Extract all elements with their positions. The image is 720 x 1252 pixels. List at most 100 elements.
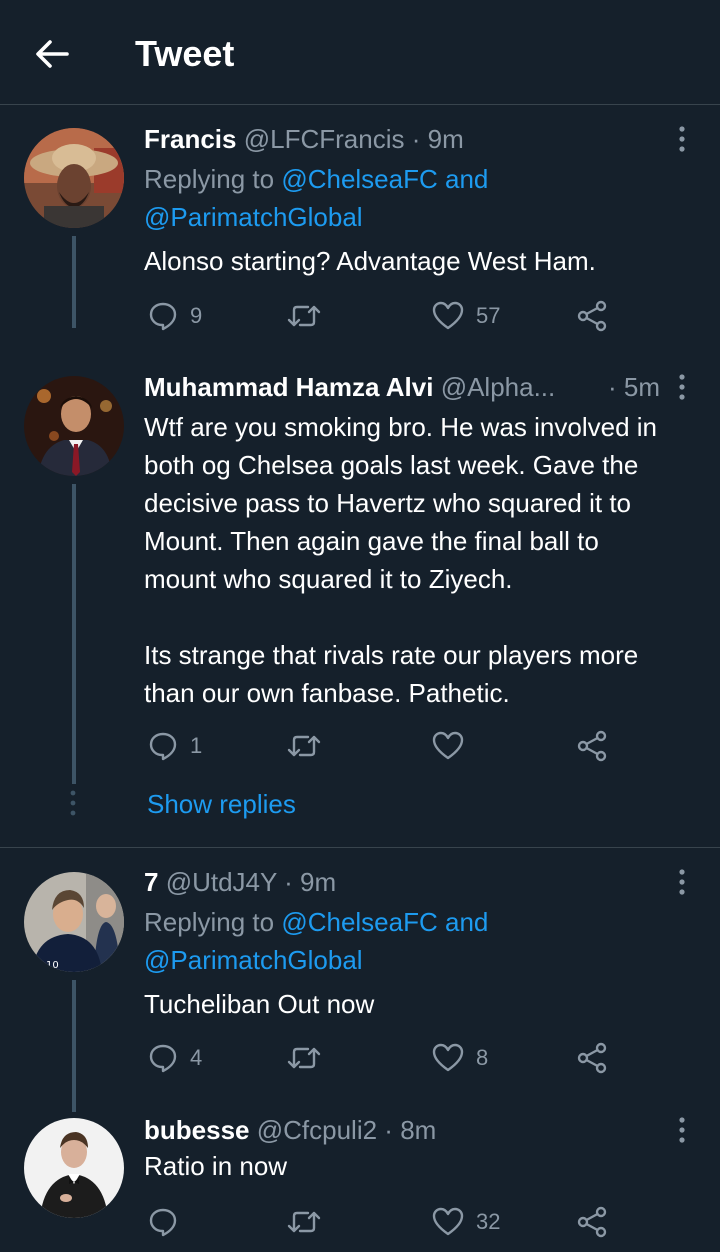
back-button[interactable] — [28, 30, 76, 78]
tweet-meta: bubesse @Cfcpuli2 · 8m — [144, 1113, 700, 1147]
more-vertical-icon — [679, 869, 685, 895]
tweet-bubesse[interactable]: bubesse @Cfcpuli2 · 8m Ratio in now — [144, 1113, 700, 1185]
user-handle[interactable]: @Cfcpuli2 — [257, 1115, 377, 1145]
replying-users-link-2[interactable]: @ParimatchGlobal — [144, 202, 363, 232]
user-handle[interactable]: @LFCFrancis — [244, 124, 405, 154]
replying-prefix: Replying to — [144, 907, 282, 937]
show-replies-link[interactable]: Show replies — [147, 787, 296, 821]
heart-icon — [432, 301, 464, 330]
arrow-left-icon — [36, 40, 69, 68]
tweet-actions: 1 — [144, 726, 624, 766]
tweet-text: Tucheliban Out now — [144, 989, 375, 1019]
user-handle[interactable]: @Alpha... — [441, 372, 556, 402]
share-button[interactable] — [576, 296, 608, 336]
reply-count: 1 — [190, 733, 203, 758]
page-title: Tweet — [135, 33, 235, 74]
top-bar: Tweet — [0, 0, 720, 105]
display-name[interactable]: 7 — [144, 867, 158, 897]
like-button[interactable] — [432, 726, 476, 766]
replying-users-link[interactable]: @ChelseaFC and — [281, 164, 488, 194]
share-button[interactable] — [576, 1202, 608, 1242]
more-options-button[interactable] — [668, 124, 696, 154]
retweet-icon — [287, 1047, 321, 1069]
avatar-francis[interactable] — [24, 128, 124, 228]
more-options-button[interactable] — [668, 372, 696, 402]
reply-button[interactable]: 1 — [148, 726, 202, 766]
timestamp: 9m — [427, 124, 464, 154]
tweet-text: Alonso starting? Advantage West Ham. — [144, 246, 596, 276]
like-button[interactable]: 8 — [432, 1038, 488, 1078]
reply-icon — [149, 732, 177, 761]
reply-count: 9 — [190, 303, 203, 328]
tweet-actions: 32 — [144, 1202, 624, 1242]
thread-connector — [72, 484, 76, 784]
replying-to: Replying to @ChelseaFC and @ParimatchGlo… — [144, 903, 700, 979]
retweet-button[interactable] — [286, 1202, 334, 1242]
tweet-muhammad[interactable]: Muhammad Hamza Alvi @Alpha... · 5m Wtf a… — [144, 370, 700, 712]
timestamp: 8m — [400, 1115, 437, 1145]
more-vertical-icon — [679, 126, 685, 152]
retweet-icon — [287, 1211, 321, 1233]
replying-users-link[interactable]: @ChelseaFC and — [281, 907, 488, 937]
like-button[interactable]: 57 — [432, 296, 500, 336]
like-count: 8 — [476, 1045, 489, 1070]
tweet-7[interactable]: 7 @UtdJ4Y · 9m Replying to @ChelseaFC an… — [144, 865, 700, 1023]
reply-button[interactable] — [148, 1202, 190, 1242]
avatar-7[interactable]: 10 — [24, 872, 124, 972]
retweet-button[interactable] — [286, 1038, 334, 1078]
retweet-icon — [287, 735, 321, 757]
reply-button[interactable]: 9 — [148, 296, 202, 336]
tweet-meta: Muhammad Hamza Alvi @Alpha... · 5m — [144, 370, 660, 404]
replying-users-link-2[interactable]: @ParimatchGlobal — [144, 945, 363, 975]
tweet-meta: 7 @UtdJ4Y · 9m — [144, 865, 700, 899]
replying-prefix: Replying to — [144, 164, 282, 194]
reply-icon — [149, 1044, 177, 1073]
tweet-actions: 4 8 — [144, 1038, 624, 1078]
display-name[interactable]: bubesse — [144, 1115, 250, 1145]
avatar-muhammad[interactable] — [24, 376, 124, 476]
display-name[interactable]: Francis — [144, 124, 237, 154]
more-options-button[interactable] — [668, 1115, 696, 1145]
reply-icon — [149, 1208, 177, 1237]
tweet-actions: 9 57 — [144, 296, 624, 336]
separator-dot: · — [411, 124, 421, 154]
svg-text:10: 10 — [46, 960, 59, 971]
like-count: 57 — [476, 303, 501, 328]
reply-button[interactable]: 4 — [148, 1038, 202, 1078]
thread-connector — [72, 980, 76, 1112]
like-count: 32 — [476, 1209, 501, 1234]
separator-dot: · — [284, 867, 293, 897]
thread-gap-dots-icon — [70, 790, 76, 816]
tweet-text: Wtf are you smoking bro. He was involved… — [144, 412, 657, 708]
more-vertical-icon — [679, 374, 685, 400]
replying-to: Replying to @ChelseaFC and @ParimatchGlo… — [144, 160, 700, 236]
heart-icon — [432, 1043, 464, 1072]
heart-icon — [432, 731, 464, 760]
timestamp: · 5m — [608, 372, 660, 402]
share-icon — [577, 1206, 607, 1238]
share-icon — [577, 300, 607, 332]
divider — [0, 847, 720, 848]
retweet-icon — [287, 305, 321, 327]
share-icon — [577, 1042, 607, 1074]
avatar-bubesse[interactable] — [24, 1118, 124, 1218]
tweet-meta: Francis @LFCFrancis · 9m — [144, 122, 700, 156]
tweet-text: Ratio in now — [144, 1151, 288, 1181]
separator-dot: · — [384, 1115, 393, 1145]
reply-icon — [149, 302, 177, 331]
reply-count: 4 — [190, 1045, 203, 1070]
share-button[interactable] — [576, 726, 608, 766]
thread-connector — [72, 236, 76, 328]
heart-icon — [432, 1207, 464, 1236]
tweet-francis[interactable]: Francis @LFCFrancis · 9m Replying to @Ch… — [144, 122, 700, 280]
share-button[interactable] — [576, 1038, 608, 1078]
display-name[interactable]: Muhammad Hamza Alvi — [144, 372, 433, 402]
more-vertical-icon — [679, 1117, 685, 1143]
more-options-button[interactable] — [668, 867, 696, 897]
like-button[interactable]: 32 — [432, 1202, 500, 1242]
timestamp: 9m — [300, 867, 337, 897]
share-icon — [577, 730, 607, 762]
user-handle[interactable]: @UtdJ4Y — [166, 867, 277, 897]
retweet-button[interactable] — [286, 726, 334, 766]
retweet-button[interactable] — [286, 296, 334, 336]
